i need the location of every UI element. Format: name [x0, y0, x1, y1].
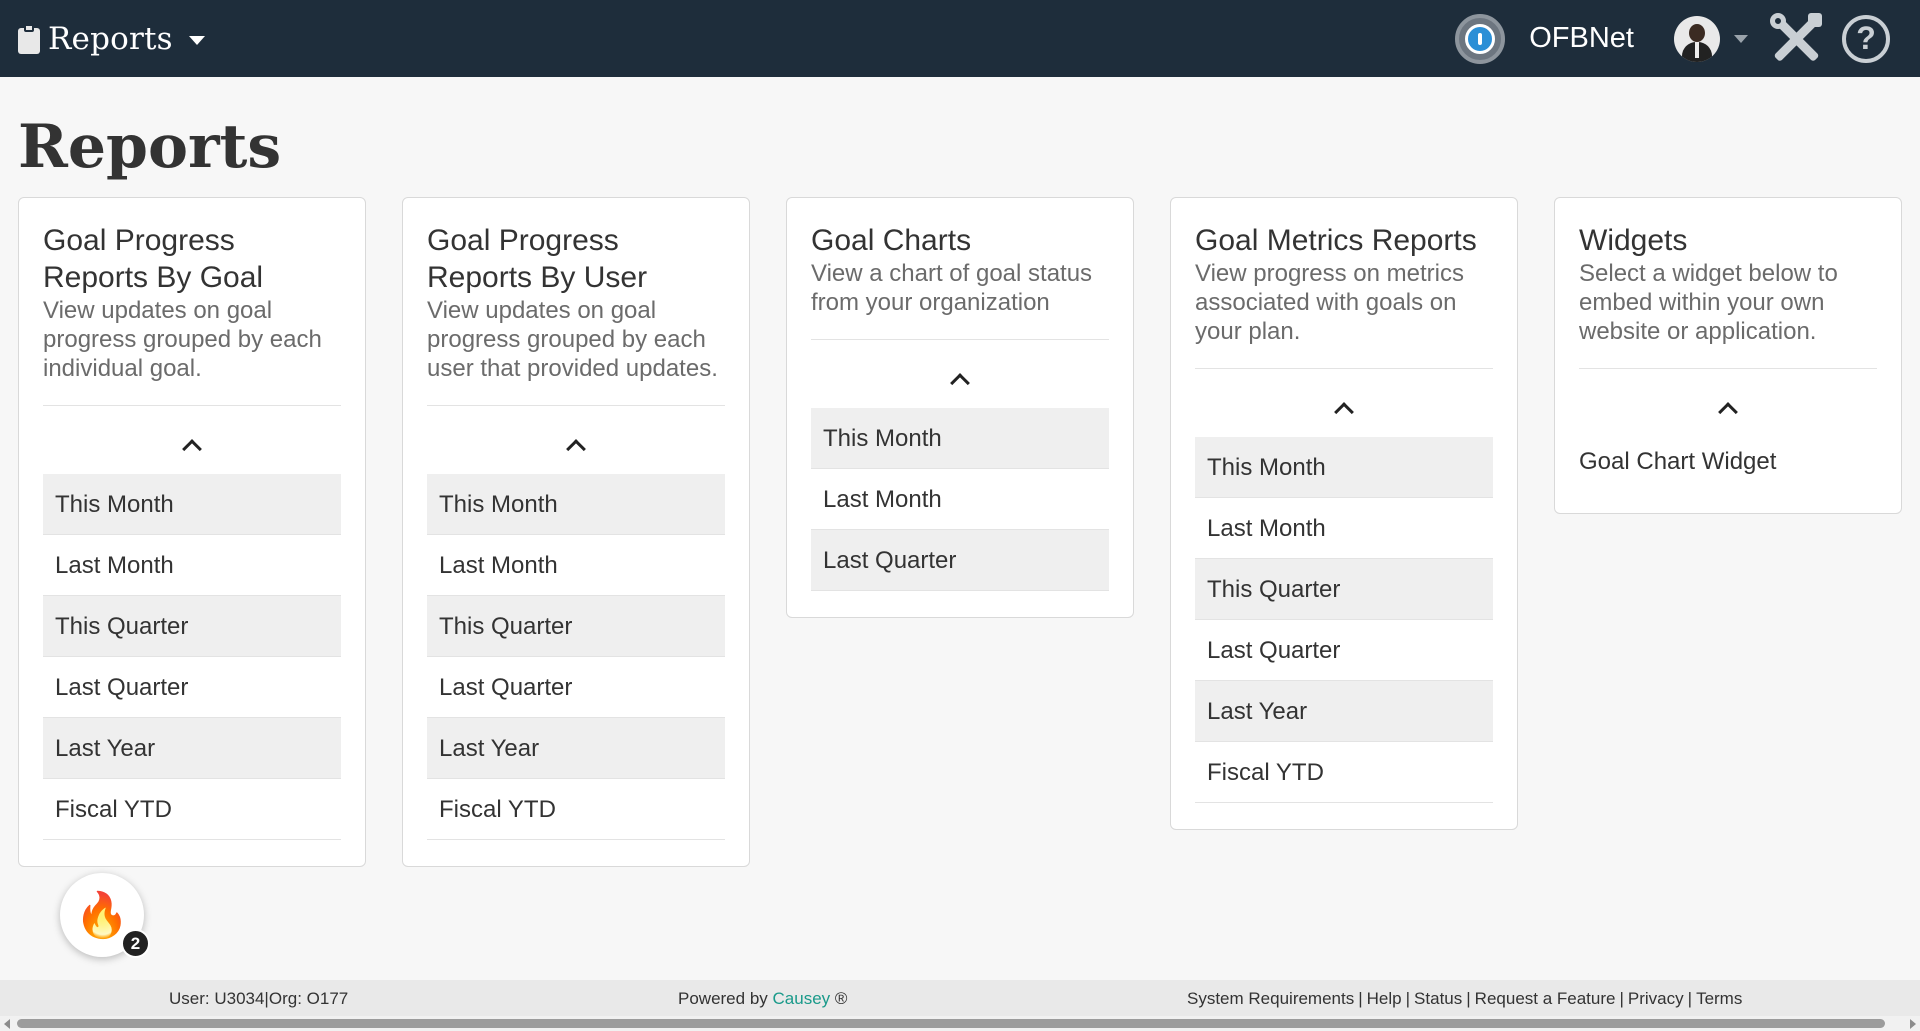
report-period-item[interactable]: Fiscal YTD	[1195, 742, 1493, 803]
footer-powered-by: Powered by Causey ®	[678, 989, 847, 1009]
report-period-item[interactable]: This Month	[1195, 437, 1493, 498]
nav-right-group: OFBNet ?	[1455, 0, 1920, 77]
page-title: Reports	[18, 112, 282, 182]
report-period-item[interactable]: This Month	[43, 474, 341, 535]
top-navbar: Reports OFBNet ?	[0, 0, 1920, 77]
report-period-list: This Month Last Month This Quarter Last Qua…	[427, 474, 725, 840]
report-period-item[interactable]: Last Month	[1195, 498, 1493, 559]
report-period-item[interactable]: This Month	[427, 474, 725, 535]
collapse-toggle[interactable]	[811, 340, 1109, 408]
card-title: Goal Progress Reports By Goal	[43, 224, 264, 294]
report-card: Goal Progress Reports By Goal View update…	[18, 197, 366, 867]
footer-link[interactable]: Request a Feature	[1475, 989, 1616, 1008]
help-icon[interactable]: ?	[1842, 14, 1890, 63]
report-period-list: This Month Last Month This Quarter Last Qua…	[43, 474, 341, 840]
org-logo-icon[interactable]	[1455, 13, 1506, 64]
report-period-item[interactable]: This Quarter	[1195, 559, 1493, 620]
collapse-toggle[interactable]	[427, 406, 725, 474]
report-card: Goal Charts View a chart of goal status f…	[786, 197, 1134, 618]
report-card: Widgets Select a widget below to embed wi…	[1554, 197, 1902, 514]
collapse-toggle[interactable]	[43, 406, 341, 474]
chevron-up-icon	[566, 439, 586, 459]
clipboard-icon	[18, 23, 40, 54]
report-period-item[interactable]: Last Month	[43, 535, 341, 596]
footer-link[interactable]: Terms	[1696, 989, 1742, 1008]
collapse-toggle[interactable]	[1579, 369, 1877, 437]
powered-suffix: ®	[834, 989, 848, 1008]
footer-separator: |	[1405, 989, 1411, 1008]
notification-count-badge: 2	[121, 929, 150, 958]
card-description: View progress on metrics associated with…	[1195, 259, 1493, 369]
fire-icon: 🔥	[74, 891, 130, 940]
scroll-right-arrow-icon[interactable]	[1910, 1019, 1916, 1029]
footer-link[interactable]: Privacy	[1628, 989, 1684, 1008]
report-period-item[interactable]: Last Quarter	[43, 657, 341, 718]
footer-separator: |	[1466, 989, 1471, 1008]
card-description: View a chart of goal status from your or…	[811, 259, 1109, 340]
scrollbar-thumb[interactable]	[17, 1019, 1885, 1028]
footer-link[interactable]: Help	[1367, 989, 1402, 1008]
card-description: View updates on goal progress grouped by…	[427, 296, 725, 406]
footer-separator: |	[1358, 989, 1363, 1008]
caret-down-icon	[188, 36, 205, 45]
footer-links: System Requirements | Help | Status | Request …	[1187, 989, 1742, 1009]
report-period-item[interactable]: Last Year	[427, 718, 725, 779]
org-name[interactable]: OFBNet	[1529, 22, 1634, 55]
scroll-left-arrow-icon[interactable]	[4, 1019, 10, 1029]
report-period-list: Goal Chart Widget	[1579, 437, 1877, 487]
footer-link[interactable]: Status	[1414, 989, 1462, 1008]
horizontal-scrollbar[interactable]	[0, 1016, 1920, 1031]
card-title: Goal Metrics Reports	[1195, 224, 1477, 257]
chevron-up-icon	[1334, 402, 1354, 422]
powered-prefix: Powered by	[678, 989, 768, 1008]
report-period-item[interactable]: Fiscal YTD	[427, 779, 725, 840]
report-period-list: This Month Last Month This Quarter Last Qua…	[1195, 437, 1493, 803]
card-title: Goal Charts	[811, 224, 972, 257]
avatar-caret-icon[interactable]	[1734, 34, 1748, 43]
card-description: View updates on goal progress grouped by…	[43, 296, 341, 406]
report-period-item[interactable]: Last Quarter	[811, 530, 1109, 591]
report-period-item[interactable]: Last Month	[811, 469, 1109, 530]
report-period-item[interactable]: Last Year	[43, 718, 341, 779]
footer-link[interactable]: System Requirements	[1187, 989, 1354, 1008]
footer-separator: |	[1619, 989, 1624, 1008]
chevron-up-icon	[950, 373, 970, 393]
causey-link[interactable]: Causey	[773, 989, 831, 1008]
card-title: Goal Progress Reports By User	[427, 224, 648, 294]
report-period-item[interactable]: Goal Chart Widget	[1579, 437, 1877, 487]
chevron-up-icon	[182, 439, 202, 459]
card-description: Select a widget below to embed within yo…	[1579, 259, 1877, 369]
report-period-item[interactable]: Last Month	[427, 535, 725, 596]
nav-title: Reports	[48, 20, 173, 57]
report-period-item[interactable]: Last Year	[1195, 681, 1493, 742]
reports-menu-toggle[interactable]: Reports	[18, 21, 205, 57]
avatar[interactable]	[1674, 15, 1720, 62]
card-title: Widgets	[1579, 224, 1688, 257]
report-period-item[interactable]: Fiscal YTD	[43, 779, 341, 840]
report-period-item[interactable]: Last Quarter	[427, 657, 725, 718]
report-card: Goal Progress Reports By User View update…	[402, 197, 750, 867]
report-period-item[interactable]: This Quarter	[427, 596, 725, 657]
report-period-item[interactable]: This Month	[811, 408, 1109, 469]
chevron-up-icon	[1718, 402, 1738, 422]
footer: User: U3034|Org: O177 Powered by Causey …	[0, 980, 1920, 1016]
report-card: Goal Metrics Reports View progress on met…	[1170, 197, 1518, 830]
report-period-item[interactable]: Last Quarter	[1195, 620, 1493, 681]
footer-user-info: User: U3034|Org: O177	[169, 989, 349, 1008]
footer-separator: |	[1687, 989, 1693, 1008]
collapse-toggle[interactable]	[1195, 369, 1493, 437]
report-period-item[interactable]: This Quarter	[43, 596, 341, 657]
report-period-list: This Month Last Month Last Quarter	[811, 408, 1109, 591]
tools-icon[interactable]	[1770, 12, 1822, 65]
